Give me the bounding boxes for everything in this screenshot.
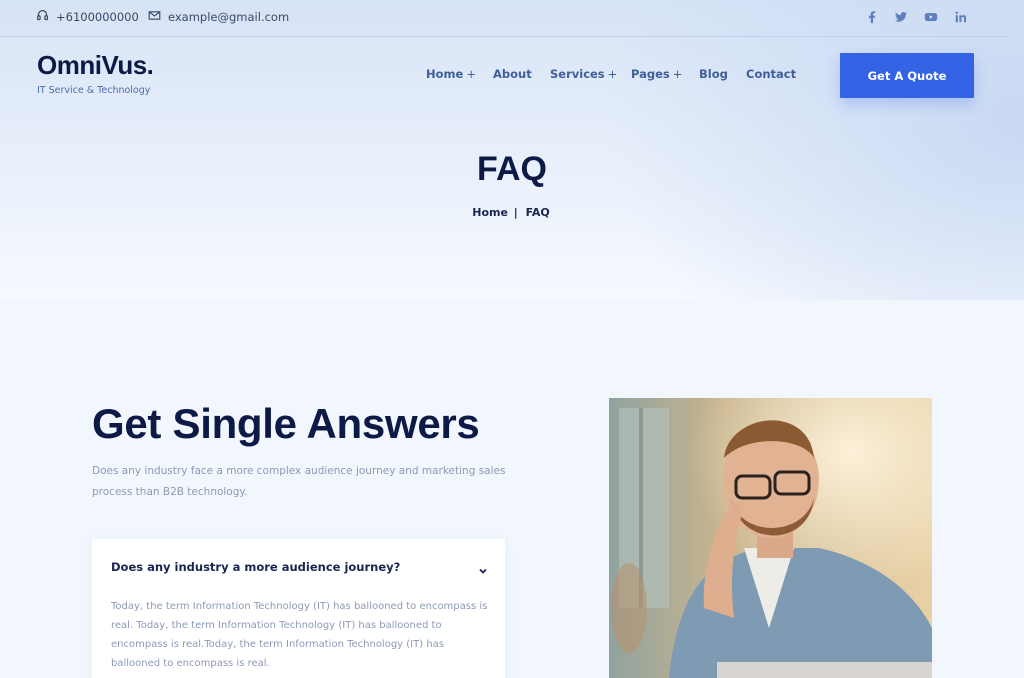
top-bar: +6100000000 example@gmail.com — [0, 0, 1010, 37]
faq-accordion-item: Does any industry a more audience journe… — [92, 539, 505, 678]
faq-photo — [609, 398, 932, 678]
youtube-icon[interactable] — [924, 9, 938, 23]
faq-heading: Get Single Answers — [92, 400, 480, 447]
nav-item-blog[interactable]: Blog — [699, 67, 728, 81]
nav-label: Services — [550, 67, 605, 81]
faq-intro: Does any industry face a more complex au… — [92, 465, 506, 498]
nav-item-about[interactable]: About — [493, 67, 532, 81]
nav-label: Blog — [699, 67, 728, 81]
chevron-down-icon[interactable] — [478, 561, 488, 574]
brand-logo[interactable]: OmniVus. — [37, 50, 154, 81]
page-hero: +6100000000 example@gmail.com OmniVus. I… — [0, 0, 1024, 300]
nav-label: Home — [426, 67, 464, 81]
email-address: example@gmail.com — [168, 10, 290, 24]
faq-answer: Today, the term Information Technology (… — [111, 601, 488, 669]
breadcrumb-current: FAQ — [525, 206, 550, 219]
plus-icon: + — [466, 67, 476, 81]
phone-number: +6100000000 — [56, 10, 139, 24]
facebook-icon[interactable] — [865, 9, 879, 24]
faq-question[interactable]: Does any industry a more audience journe… — [111, 560, 400, 574]
get-quote-button[interactable]: Get A Quote — [840, 53, 974, 98]
nav-label: About — [493, 67, 532, 81]
brand-tagline: IT Service & Technology — [37, 85, 151, 96]
nav-label: Contact — [746, 67, 797, 81]
envelope-icon — [148, 9, 161, 25]
plus-icon: + — [672, 67, 683, 81]
breadcrumb: Home | FAQ — [0, 206, 1024, 219]
plus-icon: + — [607, 67, 618, 81]
breadcrumb-separator: | — [513, 206, 518, 219]
breadcrumb-home-link[interactable]: Home — [472, 206, 508, 219]
headset-icon — [36, 9, 49, 25]
nav-label: Pages — [631, 67, 670, 81]
twitter-icon[interactable] — [894, 9, 908, 23]
page-title: FAQ — [477, 150, 547, 188]
nav-item-services[interactable]: Services + — [550, 67, 617, 81]
nav-item-home[interactable]: Home + — [426, 67, 476, 81]
nav-item-pages[interactable]: Pages + — [631, 67, 682, 81]
phone-contact[interactable]: +6100000000 — [36, 9, 139, 25]
linkedin-icon[interactable] — [954, 9, 968, 23]
email-contact[interactable]: example@gmail.com — [148, 9, 289, 25]
nav-item-contact[interactable]: Contact — [746, 67, 796, 81]
